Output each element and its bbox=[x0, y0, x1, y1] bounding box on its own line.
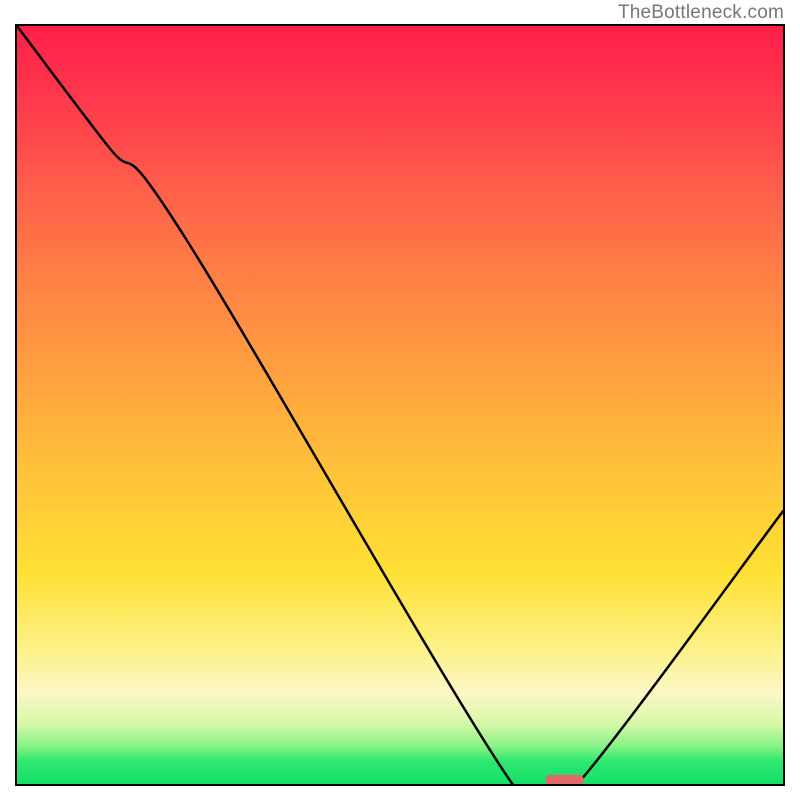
chart-frame bbox=[15, 24, 785, 786]
gradient-background bbox=[17, 26, 783, 784]
watermark-text: TheBottleneck.com bbox=[618, 2, 784, 24]
chart-container: TheBottleneck.com bbox=[0, 0, 800, 800]
